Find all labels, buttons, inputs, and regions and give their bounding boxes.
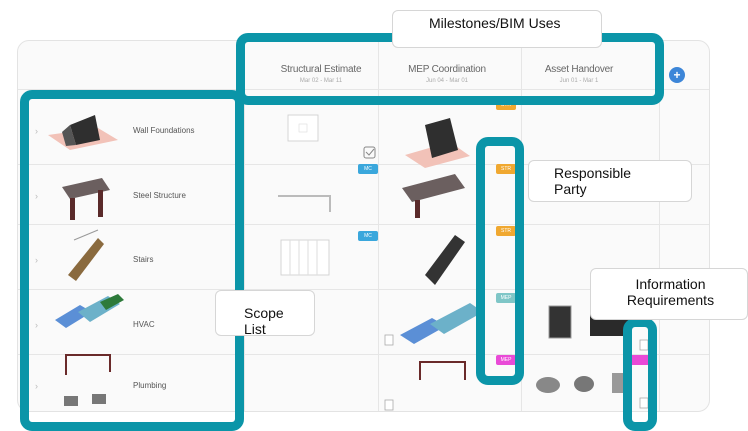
information-requirements-callout: Information Requirements	[590, 268, 748, 320]
scope-list-callout: Scope List	[215, 290, 315, 337]
scope-list-callout-text: Scope List	[244, 305, 284, 337]
information-requirements-callout-text: Information Requirements	[626, 276, 715, 308]
milestones-callout-text: Milestones/BIM Uses	[429, 15, 561, 31]
responsible-party-highlight-frame	[476, 137, 524, 385]
scope-list-highlight-frame	[20, 90, 244, 431]
party-tag-est-stairs[interactable]: MC	[358, 231, 378, 241]
responsible-party-callout: Responsible Party	[528, 160, 692, 202]
add-column-button[interactable]: +	[669, 67, 685, 83]
responsible-party-callout-text: Responsible Party	[554, 165, 632, 197]
party-tag-est-steel[interactable]: MC	[358, 164, 378, 174]
information-requirements-highlight-frame	[623, 318, 657, 431]
milestones-callout: Milestones/BIM Uses	[392, 10, 602, 48]
